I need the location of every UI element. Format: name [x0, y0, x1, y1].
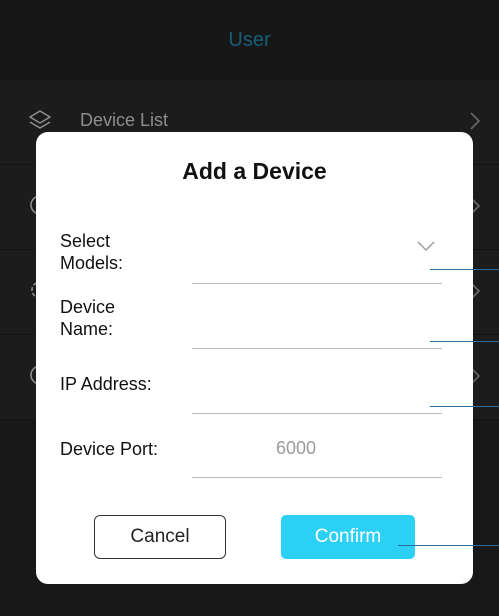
- device-port-field[interactable]: [192, 477, 442, 478]
- cancel-button[interactable]: Cancel: [94, 515, 226, 559]
- ip-address-label: IP Address:: [60, 374, 152, 394]
- confirm-button[interactable]: Confirm: [281, 515, 415, 559]
- device-name-field[interactable]: [192, 348, 442, 349]
- add-device-dialog: Add a Device Select Models: Device Name:…: [36, 132, 473, 584]
- select-models-label: Select Models:: [60, 231, 124, 273]
- device-name-label: Device Name:: [60, 297, 116, 339]
- device-port-placeholder: 6000: [276, 438, 317, 458]
- callout-line: [398, 545, 499, 546]
- ip-address-field[interactable]: [192, 413, 442, 414]
- app-root: User Device List Add a Device Select Mod…: [0, 0, 499, 616]
- callout-line: [430, 341, 499, 342]
- device-port-label: Device Port:: [60, 439, 159, 459]
- callout-line: [430, 406, 499, 407]
- chevron-down-icon[interactable]: [416, 240, 436, 252]
- dialog-title: Add a Device: [182, 158, 327, 184]
- callout-line: [430, 269, 499, 270]
- select-models-field[interactable]: [192, 283, 442, 284]
